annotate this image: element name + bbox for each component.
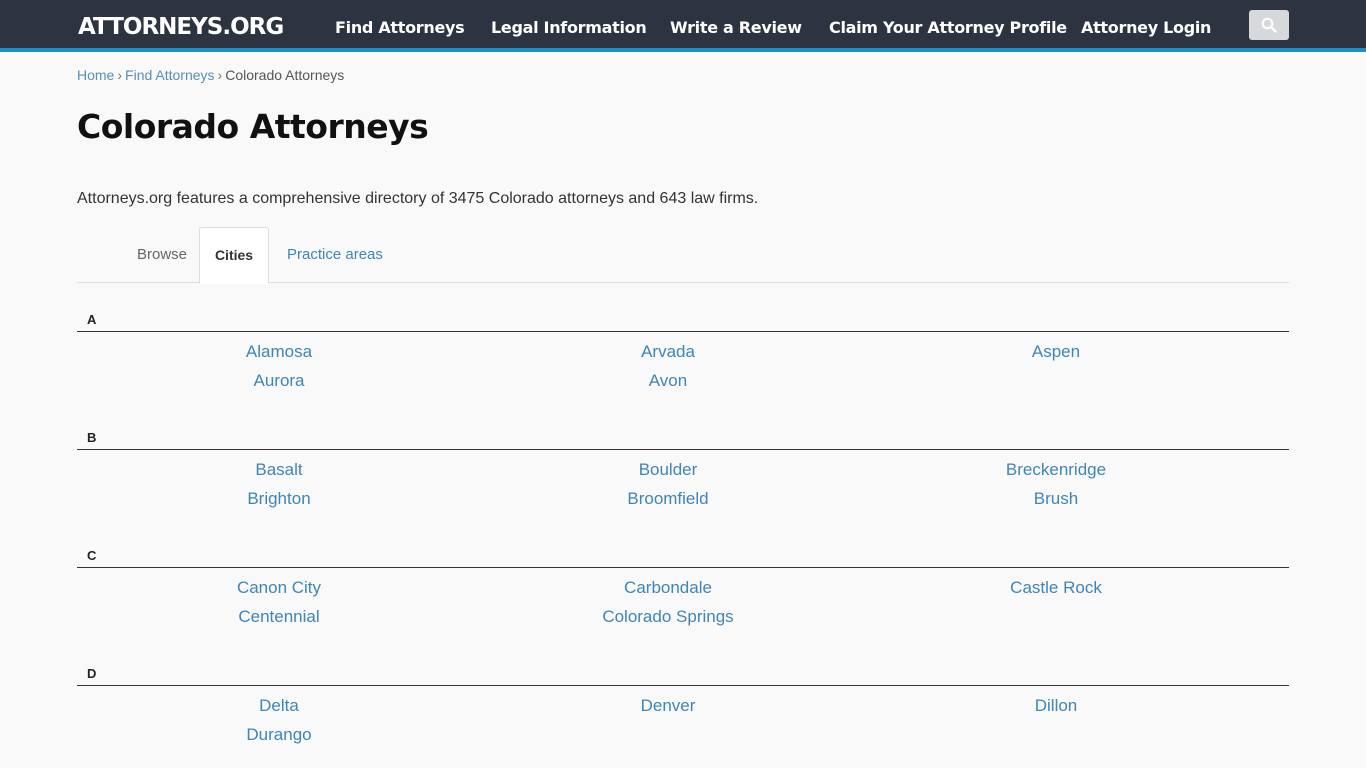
city-link[interactable]: Colorado Springs — [466, 606, 870, 628]
letter-section-c: C Canon City Carbondale Castle Rock Centenni… — [77, 548, 1289, 626]
city-link[interactable]: Centennial — [77, 606, 481, 628]
nav-write-review[interactable]: Write a Review — [670, 17, 802, 39]
breadcrumb-separator: › — [117, 67, 123, 83]
letter-section-d: D Delta Denver Dillon Durango — [77, 666, 1289, 744]
city-link[interactable]: Aurora — [77, 370, 481, 392]
city-list: Delta Denver Dillon Durango — [77, 686, 1289, 744]
city-link[interactable]: Arvada — [466, 341, 870, 363]
tab-practice-areas[interactable]: Practice areas — [287, 246, 383, 263]
breadcrumb-home[interactable]: Home — [77, 67, 114, 83]
city-link[interactable]: Avon — [466, 370, 870, 392]
nav-legal-information[interactable]: Legal Information — [491, 17, 647, 39]
nav-attorney-login[interactable]: Attorney Login — [1081, 17, 1211, 39]
breadcrumb-separator: › — [217, 67, 223, 83]
nav-claim-profile[interactable]: Claim Your Attorney Profile — [829, 17, 1067, 39]
letter-heading: D — [77, 666, 1289, 686]
browse-tabs: Browse Cities Practice areas — [77, 227, 1289, 284]
city-link[interactable]: Denver — [466, 695, 870, 717]
breadcrumb: Home › Find Attorneys › Colorado Attorneys — [77, 66, 344, 84]
city-link[interactable]: Castle Rock — [854, 577, 1258, 599]
city-link[interactable]: Basalt — [77, 459, 481, 481]
page-title: Colorado Attorneys — [77, 107, 429, 146]
letter-section-b: B Basalt Boulder Breckenridge Brighton Broomf… — [77, 430, 1289, 508]
nav-find-attorneys[interactable]: Find Attorneys — [335, 17, 465, 39]
city-link[interactable]: Broomfield — [466, 488, 870, 510]
main-nav: Find Attorneys Legal Information Write a… — [0, 0, 1366, 52]
breadcrumb-current: Colorado Attorneys — [225, 67, 345, 83]
city-list: Basalt Boulder Breckenridge Brighton Broomfi… — [77, 450, 1289, 508]
city-link[interactable]: Canon City — [77, 577, 481, 599]
city-list: Alamosa Arvada Aspen Aurora Avon — [77, 332, 1289, 390]
city-link[interactable]: Brush — [854, 488, 1258, 510]
letter-heading: A — [77, 312, 1289, 332]
city-link[interactable]: Delta — [77, 695, 481, 717]
search-button[interactable] — [1249, 10, 1289, 40]
breadcrumb-find-attorneys[interactable]: Find Attorneys — [125, 67, 215, 83]
city-link[interactable]: Brighton — [77, 488, 481, 510]
letter-heading: B — [77, 430, 1289, 450]
city-link[interactable]: Durango — [77, 724, 481, 746]
city-list: Canon City Carbondale Castle Rock Centennia… — [77, 568, 1289, 626]
letter-section-a: A Alamosa Arvada Aspen Aurora Avon — [77, 312, 1289, 390]
letter-heading: C — [77, 548, 1289, 568]
city-link[interactable]: Aspen — [854, 341, 1258, 363]
city-link[interactable]: Breckenridge — [854, 459, 1258, 481]
city-link[interactable]: Boulder — [466, 459, 870, 481]
city-link[interactable]: Carbondale — [466, 577, 870, 599]
intro-text: Attorneys.org features a comprehensive d… — [77, 190, 759, 207]
tab-cities[interactable]: Cities — [199, 227, 269, 284]
city-link[interactable]: Dillon — [854, 695, 1258, 717]
tabs-label: Browse — [137, 246, 188, 263]
search-icon — [1261, 17, 1277, 33]
top-nav-bar: ATTORNEYS.ORG Find Attorneys Legal Infor… — [0, 0, 1366, 52]
city-link[interactable]: Alamosa — [77, 341, 481, 363]
